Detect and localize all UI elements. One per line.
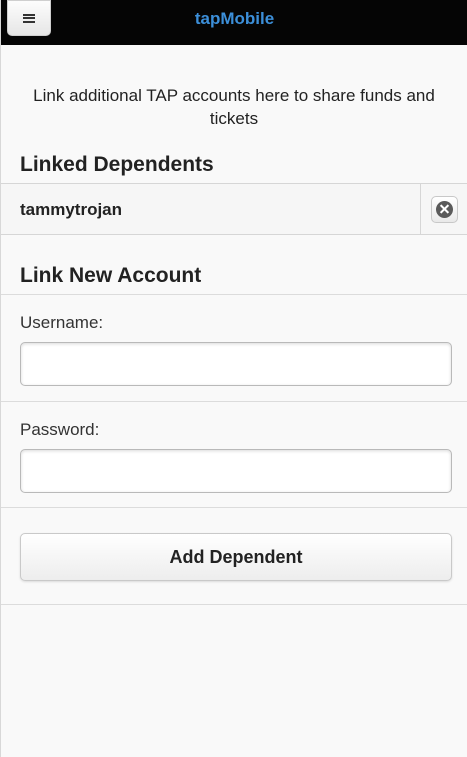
password-input[interactable] — [20, 449, 452, 493]
app-title: tapMobile — [194, 9, 275, 28]
add-dependent-button[interactable]: Add Dependent — [20, 533, 452, 581]
remove-dependent-cell — [420, 184, 467, 234]
remove-dependent-button[interactable] — [431, 195, 458, 223]
submit-group: Add Dependent — [1, 507, 467, 605]
page: tapMobile Link additional TAP accounts h… — [0, 0, 467, 757]
dependent-row: tammytrojan — [1, 183, 467, 235]
close-circle-icon — [436, 200, 453, 218]
username-label: Username: — [20, 313, 104, 332]
password-field-group: Password: — [1, 401, 467, 507]
username-field-group: Username: — [1, 294, 467, 401]
link-new-account-heading: Link New Account — [20, 264, 202, 287]
app-header: tapMobile — [1, 0, 467, 45]
dependent-username: tammytrojan — [20, 200, 123, 219]
linked-dependents-heading: Linked Dependents — [20, 153, 214, 176]
password-label: Password: — [20, 420, 100, 439]
intro-text: Link additional TAP accounts here to sha… — [33, 86, 435, 128]
username-input[interactable] — [20, 342, 452, 386]
